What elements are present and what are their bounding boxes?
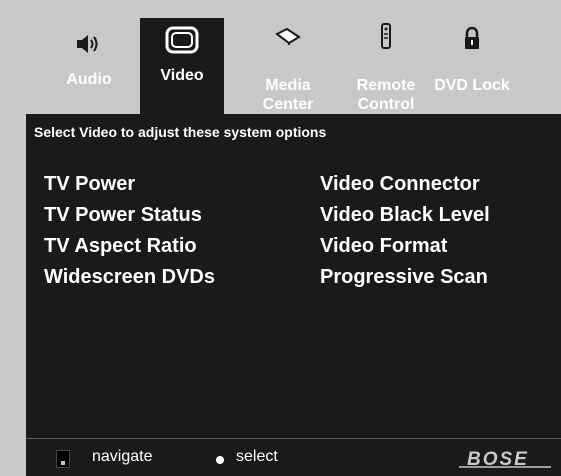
option-video-format[interactable]: Video Format — [320, 234, 490, 265]
tab-dvd-lock[interactable]: DVD Lock — [430, 18, 514, 114]
tab-video[interactable]: Video — [140, 18, 224, 114]
option-tv-aspect-ratio[interactable]: TV Aspect Ratio — [44, 234, 215, 265]
select-dot-icon — [216, 456, 224, 464]
tab-media-center-label: Media Center — [262, 77, 314, 113]
footer-bar: navigate select BOSE — [26, 438, 561, 476]
tab-media-center[interactable]: Media Center — [246, 18, 330, 114]
tab-audio[interactable]: Audio — [52, 18, 126, 114]
bose-logo-text: BOSE — [467, 449, 529, 470]
tab-remote-control[interactable]: Remote Control — [340, 18, 432, 114]
tab-audio-label: Audio — [66, 71, 112, 88]
tab-video-label: Video — [160, 67, 204, 84]
option-video-black-level[interactable]: Video Black Level — [320, 203, 490, 234]
settings-screen: Audio Video Media Center Remote Control … — [0, 0, 561, 476]
options-list-right: Video Connector Video Black Level Video … — [320, 172, 490, 296]
option-widescreen-dvds[interactable]: Widescreen DVDs — [44, 265, 215, 296]
option-video-connector[interactable]: Video Connector — [320, 172, 490, 203]
option-progressive-scan[interactable]: Progressive Scan — [320, 265, 490, 296]
panel-subtitle: Select Video to adjust these system opti… — [34, 124, 327, 140]
lock-icon — [430, 26, 514, 58]
option-tv-power-status[interactable]: TV Power Status — [44, 203, 215, 234]
navigate-icon — [56, 450, 70, 468]
option-tv-power[interactable]: TV Power — [44, 172, 215, 203]
video-options-panel: Select Video to adjust these system opti… — [26, 114, 561, 438]
select-hint: select — [236, 448, 278, 465]
tab-bar: Audio Video Media Center Remote Control … — [0, 0, 561, 114]
remote-control-icon — [340, 22, 432, 54]
tab-dvd-lock-label: DVD Lock — [434, 77, 510, 94]
options-list-left: TV Power TV Power Status TV Aspect Ratio… — [44, 172, 215, 296]
bose-logo: BOSE — [457, 445, 553, 471]
speaker-icon — [52, 34, 126, 66]
tab-remote-control-label: Remote Control — [356, 77, 416, 113]
media-center-icon — [246, 28, 330, 60]
tv-icon — [140, 26, 224, 58]
navigate-hint: navigate — [92, 448, 153, 465]
